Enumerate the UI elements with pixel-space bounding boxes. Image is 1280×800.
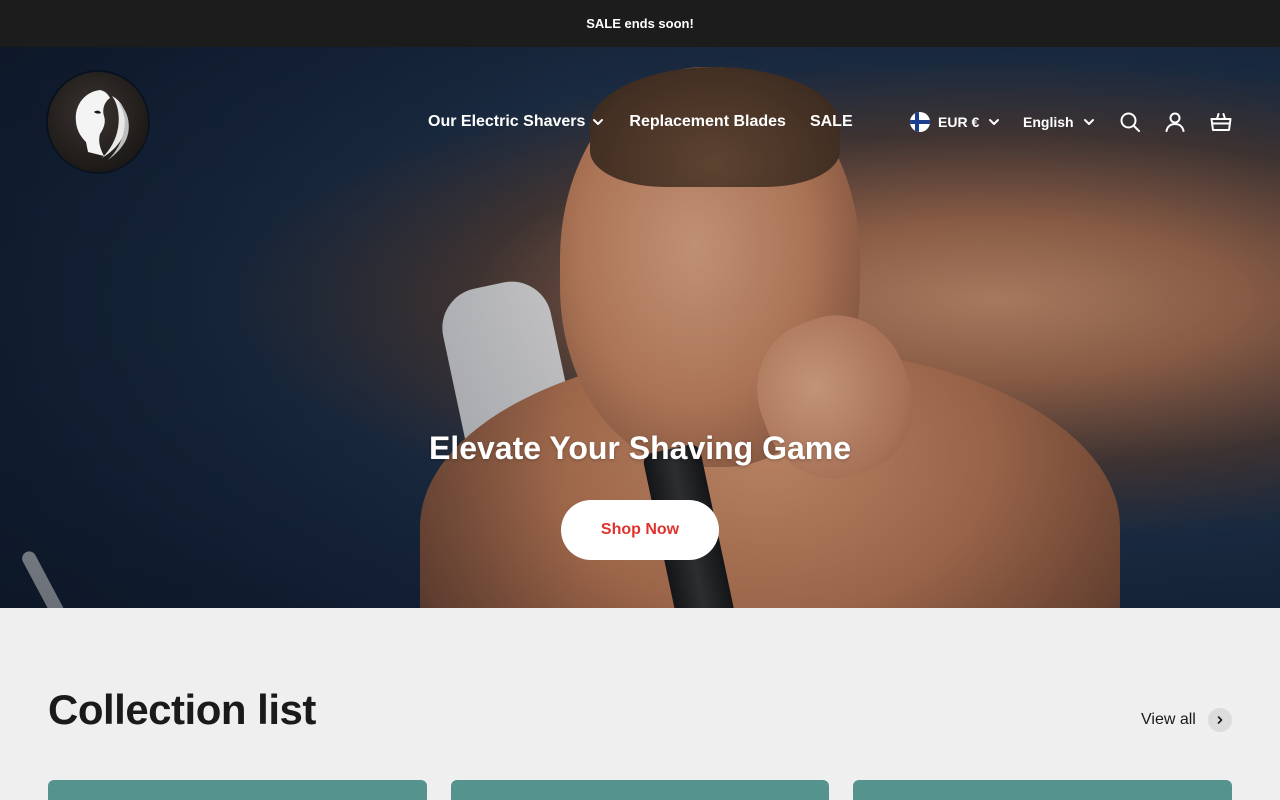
currency-label: EUR €: [938, 114, 980, 130]
language-label: English: [1023, 114, 1074, 130]
finland-flag-icon: [910, 112, 930, 132]
face-logo-icon: [75, 90, 129, 160]
language-selector[interactable]: English: [1023, 108, 1096, 136]
nav-item-label: SALE: [809, 113, 853, 130]
brand-logo[interactable]: [48, 72, 148, 172]
currency-selector[interactable]: EUR €: [910, 108, 1001, 136]
nav-item-label: Our Electric Shavers: [428, 113, 586, 130]
collection-card[interactable]: [853, 780, 1232, 800]
view-all-label: View all: [1141, 711, 1196, 728]
collection-card[interactable]: [48, 780, 427, 800]
collection-card[interactable]: [451, 780, 829, 800]
announcement-text: SALE ends soon!: [586, 16, 694, 31]
chevron-down-icon: [1082, 115, 1096, 129]
section-title: Collection list: [48, 686, 316, 733]
main-navigation: Our Electric Shavers Replacement Blades …: [428, 110, 853, 134]
chevron-down-icon: [987, 115, 1001, 129]
nav-item-sale[interactable]: SALE: [810, 113, 853, 131]
account-icon[interactable]: [1163, 110, 1187, 134]
chevron-down-icon: [591, 115, 605, 129]
nav-item-replacement-blades[interactable]: Replacement Blades: [629, 113, 786, 131]
chevron-right-icon: [1207, 708, 1232, 732]
view-all-link[interactable]: View all: [1141, 708, 1232, 732]
search-icon[interactable]: [1118, 110, 1142, 134]
cart-icon[interactable]: [1209, 110, 1233, 134]
hero-title: Elevate Your Shaving Game: [428, 430, 852, 466]
announcement-bar: SALE ends soon!: [0, 0, 1280, 47]
nav-item-our-electric-shavers[interactable]: Our Electric Shavers: [428, 113, 605, 131]
shop-now-button[interactable]: Shop Now: [561, 500, 719, 560]
nav-item-label: Replacement Blades: [629, 113, 786, 130]
